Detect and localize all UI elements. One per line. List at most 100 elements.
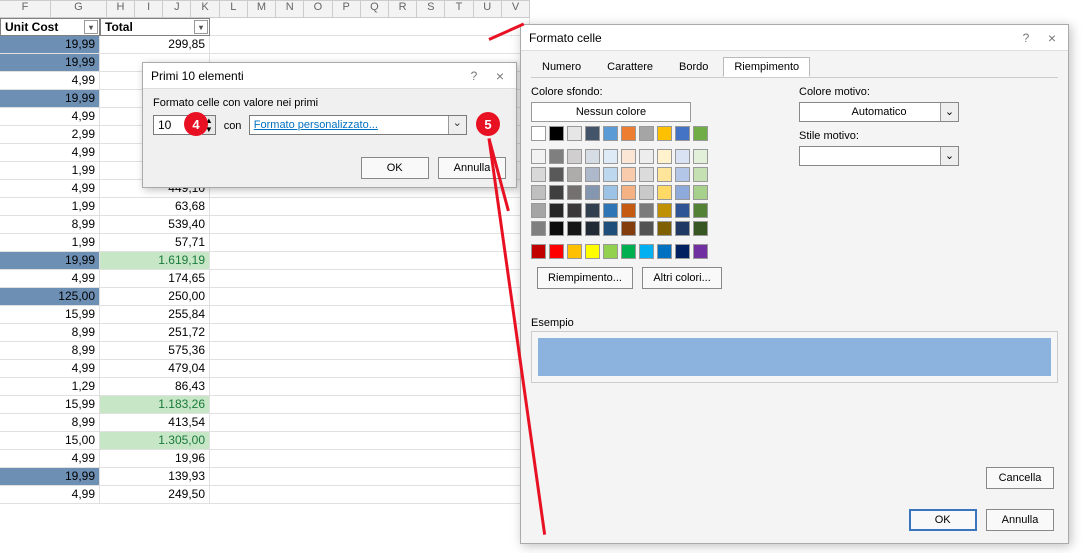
color-swatch[interactable]: [657, 221, 672, 236]
column-letter[interactable]: H: [107, 0, 135, 18]
color-swatch[interactable]: [639, 185, 654, 200]
empty-cell[interactable]: [210, 270, 530, 288]
empty-cell[interactable]: [210, 324, 530, 342]
cell-unitcost[interactable]: 4,99: [0, 72, 100, 90]
empty-cell[interactable]: [210, 216, 530, 234]
cell-unitcost[interactable]: 19,99: [0, 252, 100, 270]
cell-unitcost[interactable]: 1,99: [0, 198, 100, 216]
column-letter[interactable]: K: [191, 0, 219, 18]
color-swatch[interactable]: [603, 185, 618, 200]
color-swatch[interactable]: [657, 203, 672, 218]
color-swatch[interactable]: [531, 126, 546, 141]
color-swatch[interactable]: [639, 167, 654, 182]
color-swatch[interactable]: [639, 244, 654, 259]
color-swatch[interactable]: [567, 221, 582, 236]
color-swatch[interactable]: [657, 244, 672, 259]
color-swatch[interactable]: [531, 244, 546, 259]
color-swatch[interactable]: [585, 244, 600, 259]
cell-total[interactable]: 1.619,19: [100, 252, 210, 270]
cell-unitcost[interactable]: 1,99: [0, 234, 100, 252]
help-icon[interactable]: ?: [1014, 25, 1038, 51]
cell-unitcost[interactable]: 8,99: [0, 342, 100, 360]
ok-button[interactable]: OK: [909, 509, 977, 531]
cell-unitcost[interactable]: 19,99: [0, 468, 100, 486]
cell-total[interactable]: 249,50: [100, 486, 210, 504]
cell-unitcost[interactable]: 4,99: [0, 360, 100, 378]
color-swatch[interactable]: [585, 167, 600, 182]
color-swatch[interactable]: [639, 126, 654, 141]
color-swatch[interactable]: [531, 167, 546, 182]
cell-unitcost[interactable]: 4,99: [0, 450, 100, 468]
empty-cell[interactable]: [210, 306, 530, 324]
color-swatch[interactable]: [585, 185, 600, 200]
column-letter[interactable]: P: [333, 0, 361, 18]
column-letter[interactable]: G: [51, 0, 107, 18]
color-swatch[interactable]: [693, 167, 708, 182]
cell-total[interactable]: 139,93: [100, 468, 210, 486]
color-swatch[interactable]: [603, 244, 618, 259]
cell-unitcost[interactable]: 15,00: [0, 432, 100, 450]
color-swatch[interactable]: [549, 126, 564, 141]
column-letter[interactable]: T: [445, 0, 473, 18]
color-swatch[interactable]: [621, 167, 636, 182]
cell-unitcost[interactable]: 4,99: [0, 144, 100, 162]
color-swatch[interactable]: [693, 185, 708, 200]
column-letter[interactable]: U: [474, 0, 502, 18]
cell-unitcost[interactable]: 8,99: [0, 414, 100, 432]
color-swatch[interactable]: [603, 221, 618, 236]
color-swatch[interactable]: [567, 126, 582, 141]
column-letter[interactable]: I: [135, 0, 163, 18]
cell-unitcost[interactable]: 8,99: [0, 216, 100, 234]
color-swatch[interactable]: [603, 149, 618, 164]
color-swatch[interactable]: [549, 149, 564, 164]
empty-cell[interactable]: [210, 378, 530, 396]
close-icon[interactable]: ×: [1040, 25, 1064, 51]
color-swatch[interactable]: [603, 167, 618, 182]
cell-unitcost[interactable]: 8,99: [0, 324, 100, 342]
column-letter[interactable]: R: [389, 0, 417, 18]
color-swatch[interactable]: [567, 185, 582, 200]
cell-total[interactable]: 251,72: [100, 324, 210, 342]
cell-total[interactable]: 250,00: [100, 288, 210, 306]
color-swatch[interactable]: [531, 221, 546, 236]
tab-bordo[interactable]: Bordo: [668, 57, 719, 77]
cell-total[interactable]: 174,65: [100, 270, 210, 288]
cell-unitcost[interactable]: 4,99: [0, 270, 100, 288]
empty-cell[interactable]: [210, 396, 530, 414]
pattern-color-select[interactable]: Automatico ⌄: [799, 102, 959, 122]
tab-numero[interactable]: Numero: [531, 57, 592, 77]
color-swatch[interactable]: [585, 221, 600, 236]
color-swatch[interactable]: [621, 244, 636, 259]
empty-cell[interactable]: [210, 36, 530, 54]
color-swatch[interactable]: [531, 203, 546, 218]
color-swatch[interactable]: [675, 149, 690, 164]
cell-unitcost[interactable]: 2,99: [0, 126, 100, 144]
column-letter[interactable]: L: [220, 0, 248, 18]
color-swatch[interactable]: [657, 126, 672, 141]
empty-cell[interactable]: [210, 432, 530, 450]
color-swatch[interactable]: [603, 203, 618, 218]
color-swatch[interactable]: [603, 126, 618, 141]
cancel-button[interactable]: Annulla: [986, 509, 1054, 531]
cell-unitcost[interactable]: 19,99: [0, 90, 100, 108]
empty-cell[interactable]: [210, 234, 530, 252]
cell-total[interactable]: 539,40: [100, 216, 210, 234]
more-colors-button[interactable]: Altri colori...: [642, 267, 721, 289]
color-swatch[interactable]: [567, 203, 582, 218]
tab-carattere[interactable]: Carattere: [596, 57, 664, 77]
color-swatch[interactable]: [621, 126, 636, 141]
empty-cell[interactable]: [210, 360, 530, 378]
cell-total[interactable]: 479,04: [100, 360, 210, 378]
color-swatch[interactable]: [549, 185, 564, 200]
color-swatch[interactable]: [621, 149, 636, 164]
empty-cell[interactable]: [210, 288, 530, 306]
cell-total[interactable]: 255,84: [100, 306, 210, 324]
color-swatch[interactable]: [621, 221, 636, 236]
color-swatch[interactable]: [675, 126, 690, 141]
color-swatch[interactable]: [585, 149, 600, 164]
empty-cell[interactable]: [210, 252, 530, 270]
color-swatch[interactable]: [675, 203, 690, 218]
color-swatch[interactable]: [621, 185, 636, 200]
color-swatch[interactable]: [675, 167, 690, 182]
color-swatch[interactable]: [549, 167, 564, 182]
